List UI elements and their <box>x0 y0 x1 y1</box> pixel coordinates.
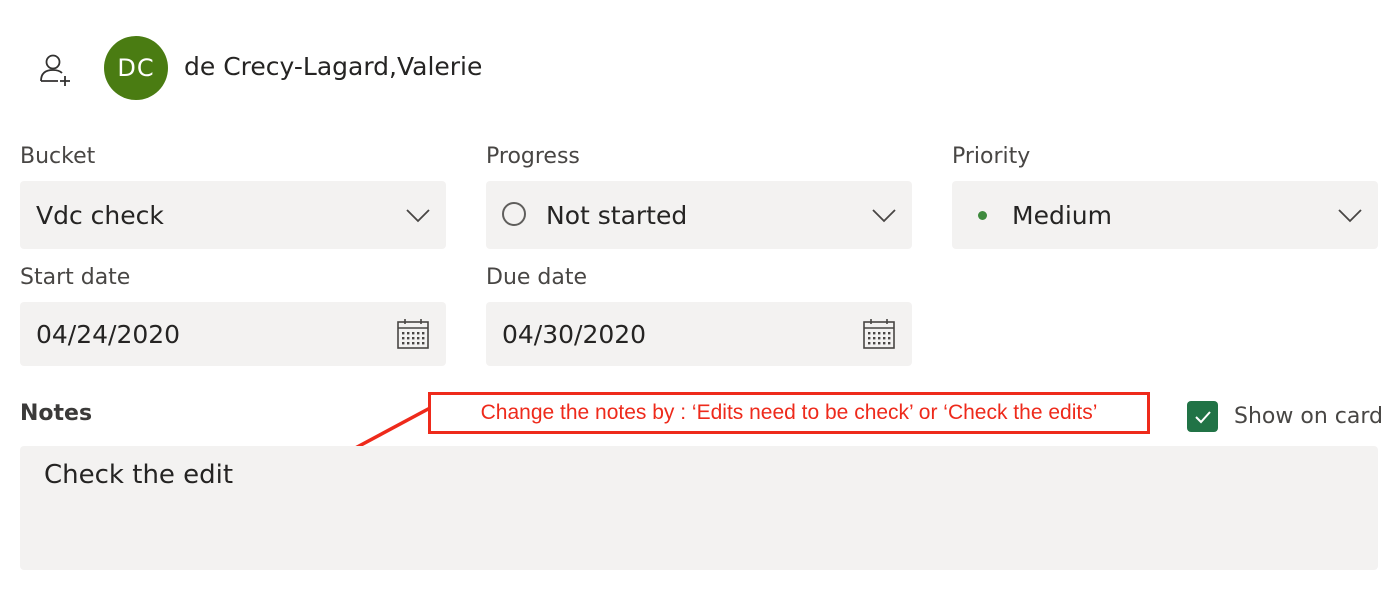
assignee-name: de Crecy-Lagard,Valerie <box>184 52 483 81</box>
avatar[interactable]: DC <box>104 36 168 100</box>
priority-dropdown[interactable]: Medium <box>952 181 1378 249</box>
start-date-label: Start date <box>20 265 131 290</box>
start-date-input[interactable]: 04/24/2020 <box>20 302 446 366</box>
due-date-input[interactable]: 04/30/2020 <box>486 302 912 366</box>
bucket-dropdown[interactable]: Vdc check <box>20 181 446 249</box>
priority-label: Priority <box>952 144 1031 169</box>
due-date-label: Due date <box>486 265 588 290</box>
chevron-down-icon <box>406 209 430 223</box>
bucket-label: Bucket <box>20 144 96 169</box>
progress-dropdown[interactable]: Not started <box>486 181 912 249</box>
show-on-card-checkbox[interactable] <box>1187 401 1218 432</box>
annotation-callout: Change the notes by : ‘Edits need to be … <box>428 392 1150 434</box>
priority-dot-icon <box>978 211 987 220</box>
progress-label: Progress <box>486 144 580 169</box>
calendar-icon[interactable] <box>862 317 896 351</box>
bucket-value: Vdc check <box>36 200 164 230</box>
due-date-value: 04/30/2020 <box>502 319 647 349</box>
avatar-initials: DC <box>117 54 155 82</box>
add-person-icon[interactable] <box>36 50 76 90</box>
chevron-down-icon <box>872 209 896 223</box>
notes-textarea[interactable]: Check the edit <box>20 446 1378 570</box>
not-started-circle-icon <box>502 202 526 226</box>
priority-value: Medium <box>1012 200 1112 230</box>
chevron-down-icon <box>1338 209 1362 223</box>
start-date-value: 04/24/2020 <box>36 319 181 349</box>
calendar-icon[interactable] <box>396 317 430 351</box>
annotation-text: Change the notes by : ‘Edits need to be … <box>480 401 1098 424</box>
notes-value: Check the edit <box>44 460 234 490</box>
notes-label: Notes <box>20 401 93 426</box>
task-details-panel: DC de Crecy-Lagard,Valerie Bucket Progre… <box>0 0 1398 606</box>
show-on-card-label: Show on card <box>1234 404 1383 429</box>
progress-value: Not started <box>546 200 688 230</box>
checkmark-icon <box>1194 410 1211 423</box>
